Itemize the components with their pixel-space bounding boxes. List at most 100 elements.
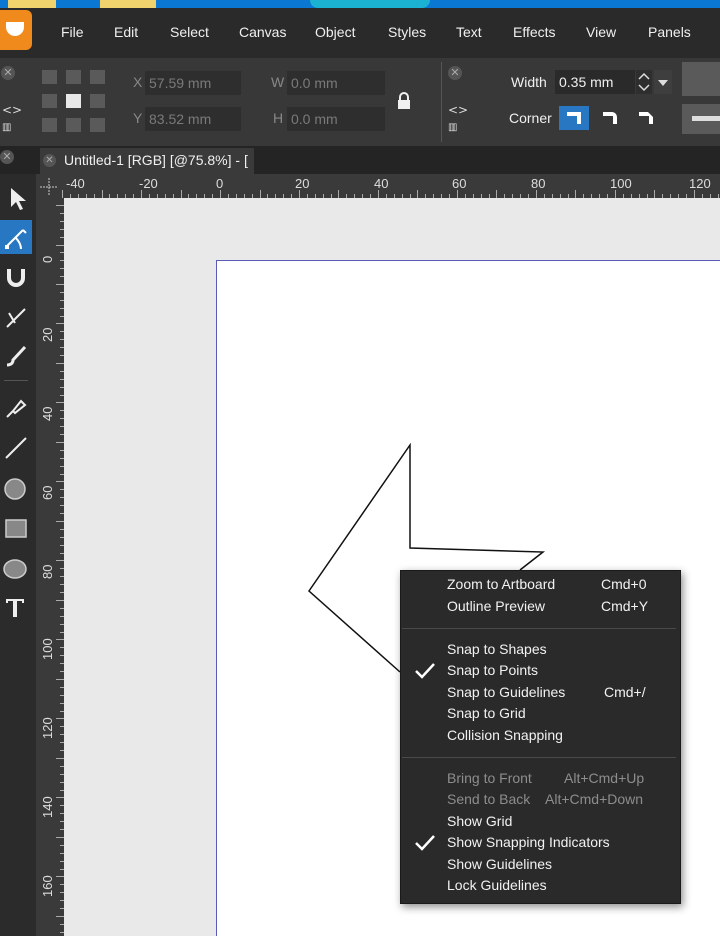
ruler-tick (441, 194, 442, 198)
ruler-tick (410, 194, 411, 198)
ruler-tick (291, 194, 292, 198)
ruler-tick (60, 790, 64, 791)
menu-item-collision-snapping[interactable]: Collision Snapping (447, 727, 563, 743)
ruler-tick (60, 900, 64, 901)
ruler-tick (678, 194, 679, 198)
ruler-tick (56, 876, 64, 877)
ruler-tick (394, 194, 395, 198)
ruler-tick (60, 608, 64, 609)
menu-item-lock-guidelines[interactable]: Lock Guidelines (447, 877, 547, 893)
ruler-tick (607, 194, 608, 198)
ruler-tick (552, 194, 553, 198)
ruler-tick (60, 750, 64, 751)
ruler-tick (718, 194, 719, 198)
ruler-tick (56, 205, 64, 206)
ruler-tick (60, 379, 64, 380)
menu-item-show-grid[interactable]: Show Grid (447, 813, 512, 829)
ruler-tick (133, 194, 134, 198)
ruler-tick (94, 194, 95, 198)
ruler-tick (544, 194, 545, 198)
ruler-tick (60, 489, 64, 490)
ruler-tick (60, 892, 64, 893)
ruler-tick (220, 190, 221, 198)
ruler-tick (60, 568, 64, 569)
menu-item-snap-to-points[interactable]: Snap to Points (447, 662, 538, 678)
ruler-tick (60, 418, 64, 419)
ruler-tick (204, 194, 205, 198)
ruler-tick (307, 194, 308, 198)
ruler-tick (60, 505, 64, 506)
ruler-tick (283, 194, 284, 198)
ruler-tick (60, 861, 64, 862)
ruler-tick (331, 194, 332, 198)
ruler-tick (56, 679, 64, 680)
ruler-tick (196, 194, 197, 198)
menu-item-bring-to-front: Bring to Front (447, 770, 532, 786)
menu-item-snap-to-shapes[interactable]: Snap to Shapes (447, 641, 547, 657)
ruler-tick (149, 194, 150, 198)
ruler-tick (710, 194, 711, 198)
ruler-tick (686, 194, 687, 198)
ruler-tick (60, 655, 64, 656)
menu-item-show-guidelines[interactable]: Show Guidelines (447, 856, 552, 872)
ruler-tick (56, 363, 64, 364)
ruler-tick (639, 194, 640, 198)
ruler-tick (433, 194, 434, 198)
ruler-tick (70, 194, 71, 198)
menu-item-outline-preview[interactable]: Outline Preview (447, 598, 545, 614)
ruler-tick (670, 194, 671, 198)
ruler-tick (56, 560, 64, 561)
ruler-tick (60, 624, 64, 625)
ruler-tick (481, 194, 482, 198)
shortcut-label: Cmd+0 (601, 576, 647, 592)
ruler-tick (56, 323, 64, 324)
ruler-tick (60, 869, 64, 870)
ruler-tick (56, 797, 64, 798)
ruler-tick (60, 339, 64, 340)
menu-item-zoom-to-artboard[interactable]: Zoom to Artboard (447, 576, 555, 592)
menu-item-show-snapping-indicators[interactable]: Show Snapping Indicators (447, 834, 610, 850)
ruler-tick (109, 194, 110, 198)
ruler-tick (60, 474, 64, 475)
ruler-tick (425, 194, 426, 198)
ruler-tick (591, 194, 592, 198)
ruler-tick (60, 805, 64, 806)
ruler-tick (496, 190, 497, 198)
ruler-tick (662, 194, 663, 198)
ruler-tick (60, 316, 64, 317)
ruler-tick (60, 726, 64, 727)
ruler-tick (56, 284, 64, 285)
ruler-tick (346, 194, 347, 198)
ruler-tick (60, 466, 64, 467)
ruler-tick (60, 331, 64, 332)
menu-item-snap-to-guidelines[interactable]: Snap to Guidelines (447, 684, 565, 700)
ruler-tick (188, 194, 189, 198)
ruler-tick (60, 924, 64, 925)
ruler-tick (60, 537, 64, 538)
ruler-tick (489, 194, 490, 198)
ruler-tick (60, 853, 64, 854)
ruler-tick (141, 190, 142, 198)
shortcut-label: Cmd+/ (604, 684, 646, 700)
ruler-tick (56, 837, 64, 838)
ruler-tick (102, 190, 103, 198)
ruler-tick (647, 194, 648, 198)
ruler-tick (60, 410, 64, 411)
menu-item-snap-to-grid[interactable]: Snap to Grid (447, 705, 526, 721)
ruler-tick (702, 194, 703, 198)
ruler-tick (60, 252, 64, 253)
ruler-tick (536, 190, 537, 198)
ruler-tick (60, 292, 64, 293)
ruler-tick (60, 260, 64, 261)
ruler-tick (528, 194, 529, 198)
ruler-tick (599, 194, 600, 198)
ruler-tick (60, 632, 64, 633)
ruler-tick (165, 194, 166, 198)
ruler-tick (631, 194, 632, 198)
ruler-tick (60, 774, 64, 775)
ruler-tick (694, 190, 695, 198)
ruler-tick (60, 387, 64, 388)
ruler-tick (56, 442, 64, 443)
ruler-tick (60, 592, 64, 593)
ruler-tick (323, 194, 324, 198)
